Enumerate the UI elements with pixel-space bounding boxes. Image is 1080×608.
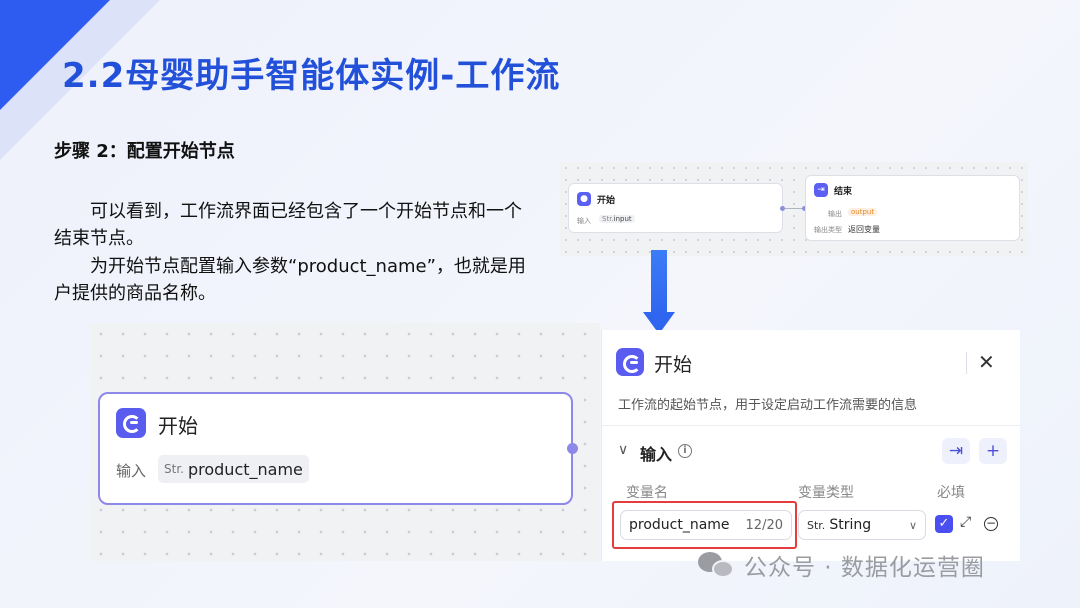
- step-heading: 步骤 2：配置开始节点: [54, 141, 235, 162]
- panel-start-icon: [616, 348, 644, 376]
- param-tag: Str. product_name: [158, 455, 309, 483]
- mini-type-prefix: Str.: [602, 215, 614, 223]
- down-arrow-shaft: [651, 250, 667, 314]
- add-input-button[interactable]: +: [979, 438, 1007, 464]
- mini-end-node[interactable]: ⇥ 结束 输出 output 输出类型 返回变量: [805, 175, 1020, 241]
- mini-end-output-value: output: [848, 208, 878, 216]
- wechat-icon: [698, 550, 736, 580]
- start-node[interactable]: 开始 输入 Str. product_name: [98, 392, 573, 505]
- paragraph-2: 为开始节点配置输入参数“product_name”，也就是用户提供的商品名称。: [54, 256, 526, 304]
- input-section-title: 输入: [640, 445, 673, 464]
- mini-end-output-type-label: 输出类型: [814, 226, 842, 234]
- close-icon[interactable]: ✕: [978, 350, 995, 374]
- header-divider: [966, 352, 967, 374]
- mini-connector-dot-out: [780, 206, 785, 211]
- mini-end-title: 结束: [834, 187, 853, 197]
- mini-start-input-label: 输入: [577, 217, 591, 225]
- import-button[interactable]: ⇥: [942, 438, 970, 464]
- end-node-icon: ⇥: [814, 183, 828, 197]
- panel-header: 开始 ✕ 工作流的起始节点，用于设定启动工作流需要的信息: [602, 330, 1021, 426]
- mini-end-output-type-value: 返回变量: [848, 225, 880, 234]
- variable-type-value: String: [829, 517, 872, 533]
- mini-start-node[interactable]: ● 开始 输入 Str.input: [568, 183, 783, 233]
- watermark-text: 公众号 · 数据化运营圈: [744, 555, 985, 581]
- panel-title: 开始: [654, 354, 693, 376]
- variable-type-select[interactable]: Str. String ∨: [798, 510, 926, 540]
- start-node-input-label: 输入: [116, 462, 147, 480]
- slide-title: 2.2母婴助手智能体实例-工作流: [62, 56, 561, 96]
- col-header-type: 变量类型: [798, 485, 854, 501]
- info-icon[interactable]: i: [678, 444, 692, 458]
- paragraph-1: 可以看到，工作流界面已经包含了一个开始节点和一个结束节点。: [54, 201, 522, 249]
- start-node-title: 开始: [158, 414, 198, 438]
- minus-circle-icon[interactable]: −: [984, 517, 998, 531]
- mini-input-name: input: [613, 215, 632, 223]
- mini-workflow-canvas: ● 开始 输入 Str.input ⇥ 结束 输出 output 输出类型 返回…: [560, 162, 1028, 256]
- mini-connector-line: [784, 208, 804, 209]
- workflow-canvas: 开始 输入 Str. product_name: [90, 323, 600, 561]
- type-select-prefix: Str.: [807, 518, 826, 532]
- col-header-required: 必填: [937, 485, 965, 501]
- type-prefix: Str.: [164, 462, 184, 476]
- mini-end-output-label: 输出: [828, 210, 842, 218]
- output-port[interactable]: [567, 443, 578, 454]
- chevron-down-icon[interactable]: ∨: [618, 442, 628, 458]
- mini-start-input-tag: Str.input: [599, 215, 635, 223]
- mini-start-title: 开始: [597, 196, 616, 206]
- highlight-box: [612, 501, 797, 549]
- watermark: 公众号 · 数据化运营圈: [698, 548, 985, 582]
- required-checkbox[interactable]: ✓: [935, 515, 953, 533]
- expand-icon[interactable]: ⤢: [960, 514, 971, 530]
- start-node-icon: ●: [577, 192, 591, 206]
- param-name: product_name: [187, 459, 303, 479]
- panel-description: 工作流的起始节点，用于设定启动工作流需要的信息: [618, 398, 918, 413]
- start-node-icon: [116, 408, 146, 438]
- col-header-name: 变量名: [626, 485, 668, 501]
- chevron-down-icon: ∨: [908, 518, 917, 532]
